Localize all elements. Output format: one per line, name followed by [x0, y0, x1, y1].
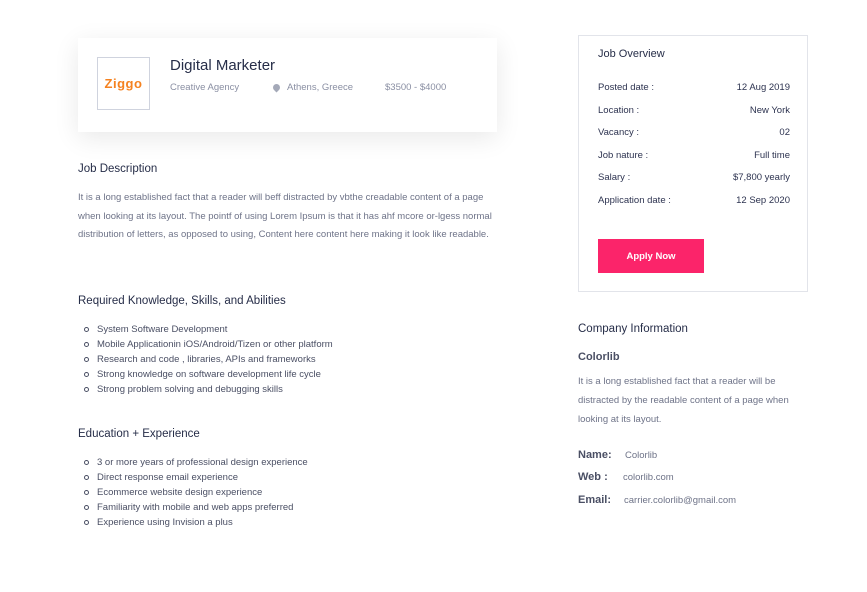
knowledge-heading: Required Knowledge, Skills, and Abilitie…: [78, 295, 286, 307]
company-description: It is a long established fact that a rea…: [578, 376, 789, 425]
overview-value: 12 Aug 2019: [736, 82, 790, 93]
company-name: Colorlib: [578, 351, 620, 363]
overview-label: Vacancy :: [598, 127, 640, 138]
job-salary: $3500 - $4000: [385, 82, 447, 93]
overview-row-location: Location : New York: [598, 105, 790, 116]
overview-label: Application date :: [598, 195, 671, 206]
list-item: Familiarity with mobile and web apps pre…: [84, 500, 308, 515]
contact-label: Web :: [578, 471, 608, 483]
overview-value: New York: [749, 105, 790, 116]
contact-label: Email:: [578, 494, 612, 506]
contact-web-link[interactable]: colorlib.com: [623, 472, 674, 483]
company-logo[interactable]: Ziggo: [97, 57, 150, 110]
list-item: Direct response email experience: [84, 470, 308, 485]
education-list: 3 or more years of professional design e…: [79, 455, 308, 530]
overview-value: 02: [779, 127, 790, 138]
job-overview-panel: Job Overview Posted date : 12 Aug 2019 L…: [578, 35, 808, 292]
job-header-card: Ziggo Digital Marketer Creative Agency A…: [78, 38, 497, 132]
contact-label: Name:: [578, 449, 612, 461]
job-title[interactable]: Digital Marketer: [170, 57, 275, 74]
list-item: Mobile Applicationin iOS/Android/Tizen o…: [84, 339, 333, 350]
list-item: Strong knowledge on software development…: [84, 367, 333, 382]
overview-label: Posted date :: [598, 82, 654, 93]
contact-value: Colorlib: [625, 450, 658, 461]
list-item: Research and code , libraries, APIs and …: [84, 352, 333, 367]
overview-value: 12 Sep 2020: [736, 195, 790, 206]
education-heading: Education + Experience: [78, 428, 200, 440]
list-item: Ecommerce website design experience: [84, 485, 308, 500]
overview-row-application-date: Application date : 12 Sep 2020: [598, 195, 790, 206]
overview-label: Location :: [598, 105, 640, 116]
list-item: System Software Development: [84, 322, 333, 337]
job-location: Athens, Greece: [271, 82, 385, 93]
job-description-text: It is a long established fact that a rea…: [78, 192, 492, 241]
overview-value: Full time: [754, 150, 790, 161]
contact-web-row: Web : colorlib.com: [578, 471, 674, 483]
apply-now-button[interactable]: Apply Now: [598, 239, 704, 273]
job-meta: Creative Agency Athens, Greece $3500 - $…: [170, 82, 446, 93]
contact-name-row: Name: Colorlib: [578, 449, 657, 461]
job-company: Creative Agency: [170, 82, 240, 93]
overview-label: Job nature :: [598, 150, 649, 161]
overview-row-nature: Job nature : Full time: [598, 150, 790, 161]
overview-row-vacancy: Vacancy : 02: [598, 127, 790, 138]
list-item: Experience using Invision a plus: [84, 515, 308, 530]
list-item: Strong problem solving and debugging ski…: [84, 382, 333, 397]
overview-value: $7,800 yearly: [732, 172, 790, 183]
contact-email-row: Email: carrier.colorlib@gmail.com: [578, 494, 736, 506]
list-item: 3 or more years of professional design e…: [84, 457, 308, 468]
job-location-text: Athens, Greece: [287, 82, 354, 93]
overview-label: Salary :: [598, 172, 631, 183]
knowledge-list: System Software Development Mobile Appli…: [79, 322, 333, 397]
company-information-heading: Company Information: [578, 323, 688, 335]
location-pin-icon: [271, 82, 282, 93]
job-description-heading: Job Description: [78, 163, 158, 175]
overview-row-posted: Posted date : 12 Aug 2019: [598, 82, 790, 93]
overview-row-salary: Salary : $7,800 yearly: [598, 172, 790, 183]
contact-email-link[interactable]: carrier.colorlib@gmail.com: [624, 495, 736, 506]
job-overview-heading: Job Overview: [598, 48, 665, 60]
